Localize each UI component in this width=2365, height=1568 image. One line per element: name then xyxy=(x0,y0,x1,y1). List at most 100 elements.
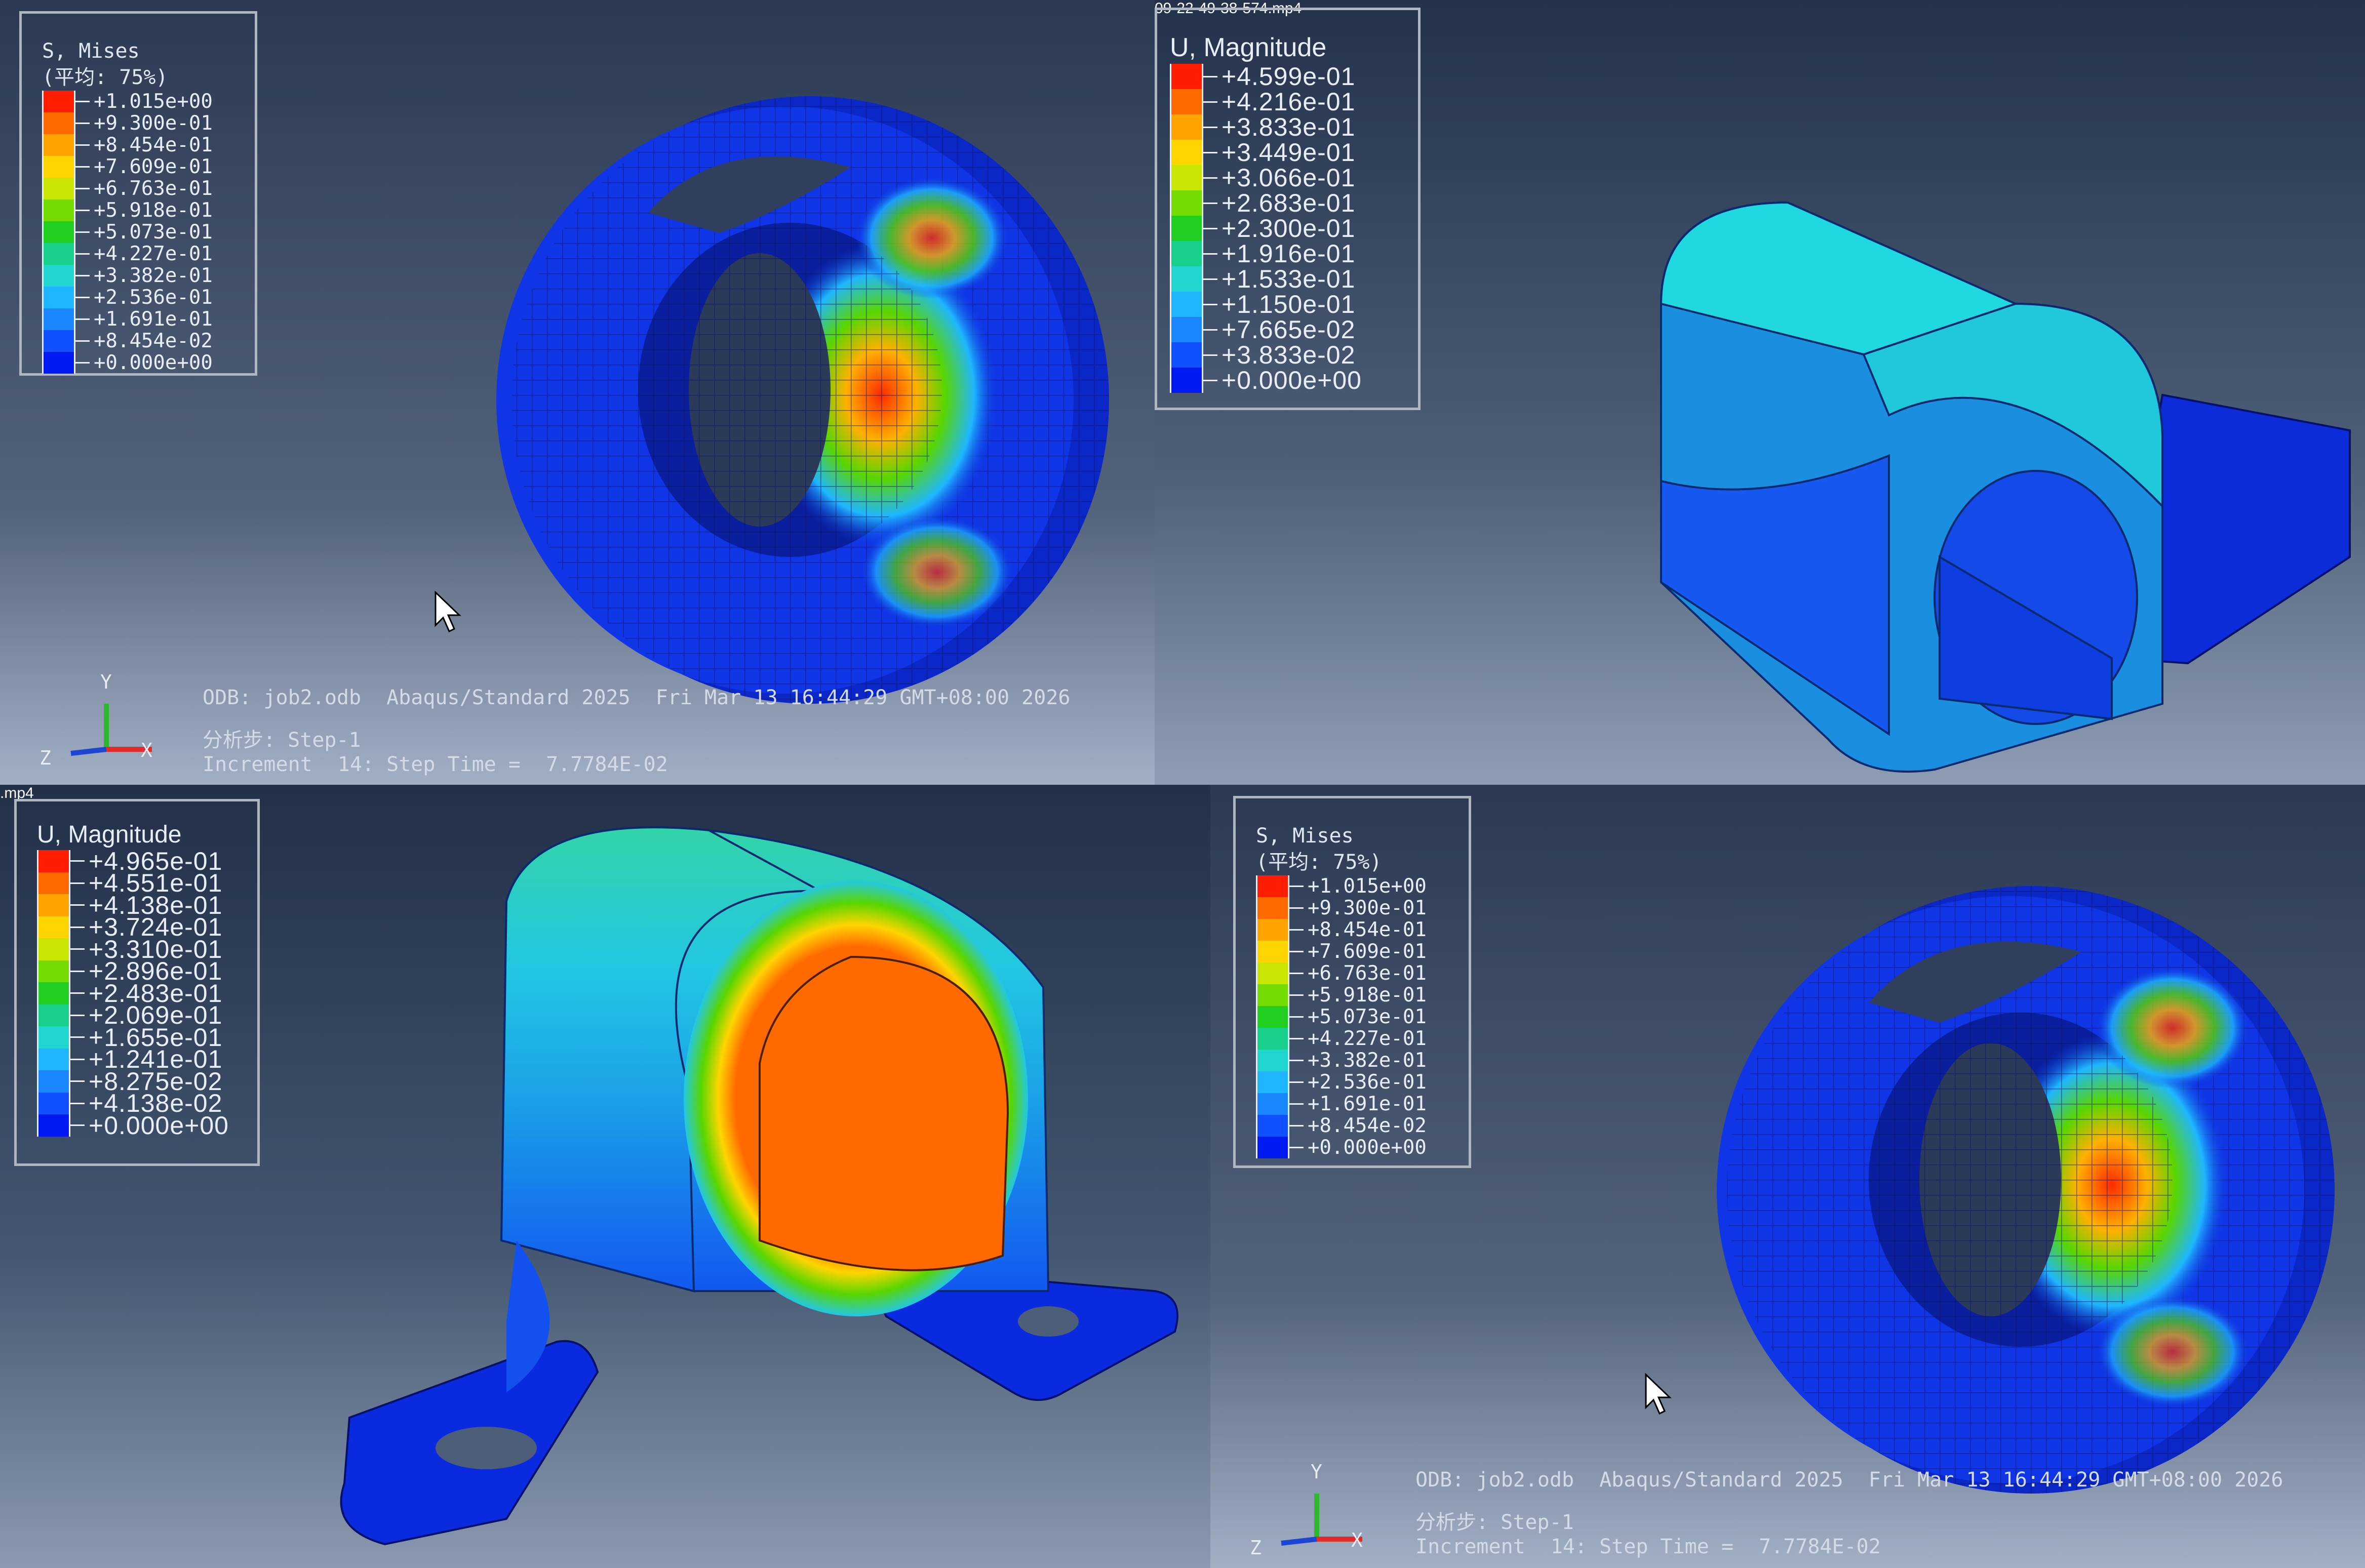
legend-tick xyxy=(70,948,85,950)
legend-color-swatch xyxy=(1256,1006,1289,1028)
legend-title: U, Magnitude xyxy=(37,821,182,848)
legend-value: +0.000e+00 xyxy=(94,351,213,374)
legend-row: +8.454e-01 xyxy=(1256,918,1469,941)
legend-color-swatch xyxy=(42,178,75,199)
legend-color-swatch xyxy=(1256,984,1289,1006)
legend-color-swatch xyxy=(37,1026,70,1049)
legend-color-swatch xyxy=(37,894,70,916)
legend-row: +6.763e-01 xyxy=(42,177,255,200)
legend-row: +8.454e-02 xyxy=(42,330,255,352)
legend-tick xyxy=(1203,354,1217,356)
legend-tick xyxy=(1203,303,1217,305)
axis-triad-icon: Y X Z xyxy=(1250,1461,1363,1559)
legend-value: +3.382e-01 xyxy=(94,264,213,287)
legend-title: S, Mises xyxy=(1256,824,1354,848)
legend-color-swatch xyxy=(37,850,70,872)
legend-tick xyxy=(1289,1060,1304,1061)
legend-row: +1.150e-01 xyxy=(1170,290,1418,318)
legend-color-swatch xyxy=(1170,368,1203,393)
legend-color-swatch xyxy=(1256,962,1289,984)
legend-color-swatch xyxy=(1256,1028,1289,1050)
legend-color-swatch xyxy=(42,199,75,221)
legend-color-swatch xyxy=(42,112,75,134)
legend-tick xyxy=(70,1014,85,1016)
legend-color-swatch xyxy=(1170,292,1203,317)
legend-color-swatch xyxy=(42,287,75,308)
axis-x-label: X xyxy=(141,739,152,761)
odb-name: ODB: job2.odb xyxy=(203,686,362,709)
legend-s-mises-top-left: S, Mises (平均: 75%) +1.015e+00 +9.300e-01 +… xyxy=(19,11,257,376)
legend-value: +5.918e-01 xyxy=(1308,984,1427,1007)
legend-tick xyxy=(75,318,90,320)
axis-z-label: Z xyxy=(40,747,51,769)
legend-tick xyxy=(1203,101,1217,103)
legend-tick xyxy=(1203,253,1217,255)
legend-color-swatch xyxy=(1170,114,1203,140)
legend-color-swatch xyxy=(1256,941,1289,962)
legend-value: +4.227e-01 xyxy=(1308,1027,1427,1050)
legend-value: +1.691e-01 xyxy=(1308,1093,1427,1115)
legend-value: +1.691e-01 xyxy=(94,308,213,331)
legend-tick xyxy=(1289,1038,1304,1039)
legend-color-swatch xyxy=(1170,89,1203,114)
viewport-bottom-right[interactable]: S, Mises (平均: 75%) +1.015e+00 +9.300e-01 +… xyxy=(1210,785,2365,1568)
legend-color-swatch xyxy=(1170,190,1203,216)
legend-tick xyxy=(1289,951,1304,952)
viewport-bottom-left[interactable]: .mp4 U, Magnitude +4.965e-01 +4.551e-01 +4… xyxy=(0,785,1210,1568)
step-time-label: 14: Step Time = xyxy=(337,753,521,776)
legend-row: +1.916e-01 xyxy=(1170,239,1418,268)
legend-tick xyxy=(1289,1103,1304,1105)
legend-color-swatch xyxy=(42,352,75,374)
legend-tick xyxy=(70,882,85,884)
legend-color-swatch xyxy=(1256,897,1289,919)
legend-value: +5.073e-01 xyxy=(1308,1006,1427,1028)
legend-scale: +1.015e+00 +9.300e-01 +8.454e-01 +7.609e-01… xyxy=(1256,875,1469,1159)
viewport-top-left[interactable]: S, Mises (平均: 75%) +1.015e+00 +9.300e-01 +… xyxy=(0,0,1155,785)
legend-color-swatch xyxy=(1256,919,1289,941)
axis-y-label: Y xyxy=(100,671,112,693)
legend-row: +4.227e-01 xyxy=(1256,1027,1469,1050)
legend-tick xyxy=(1203,329,1217,331)
legend-tick xyxy=(1203,75,1217,77)
legend-tick xyxy=(75,231,90,233)
timestamp: Fri Mar 13 16:44:29 GMT+08:00 2026 xyxy=(655,686,1071,709)
viewport-top-right[interactable]: 09-22-49-38-574.mp4 U, Magnitude +4.599e… xyxy=(1155,0,2365,785)
legend-tick xyxy=(1203,278,1217,280)
bushing-stress-model xyxy=(496,96,1109,704)
legend-row: +8.454e-02 xyxy=(1256,1114,1469,1137)
legend-value: +7.609e-01 xyxy=(94,155,213,178)
legend-color-swatch xyxy=(1170,140,1203,165)
odb-info-bar: ODB: job2.odb Abaqus/Standard 2025 Fri Mar… xyxy=(1415,1468,2309,1558)
step-label: 分析步: Step-1 xyxy=(1415,1511,1574,1534)
legend-value: +0.000e+00 xyxy=(1308,1136,1427,1159)
legend-tick xyxy=(70,1058,85,1060)
legend-row: +1.015e+00 xyxy=(42,90,255,113)
legend-color-swatch xyxy=(37,872,70,894)
legend-row: +1.691e-01 xyxy=(1256,1093,1469,1115)
legend-value: +9.300e-01 xyxy=(1308,897,1427,919)
legend-value: +5.073e-01 xyxy=(94,221,213,244)
legend-row: +3.382e-01 xyxy=(1256,1049,1469,1072)
step-time-label: 14: Step Time = xyxy=(1550,1535,1733,1558)
legend-tick xyxy=(1289,1081,1304,1083)
legend-color-swatch xyxy=(37,1004,70,1026)
legend-tick xyxy=(75,297,90,298)
legend-row: +5.918e-01 xyxy=(1256,984,1469,1007)
legend-row: +2.300e-01 xyxy=(1170,214,1418,243)
legend-color-swatch xyxy=(37,1048,70,1070)
legend-tick xyxy=(1289,973,1304,974)
legend-tick xyxy=(70,992,85,994)
legend-color-swatch xyxy=(1256,1093,1289,1115)
legend-tick xyxy=(1289,994,1304,996)
legend-u-magnitude-bottom-left: U, Magnitude +4.965e-01 +4.551e-01 +4.138e… xyxy=(14,799,260,1166)
legend-tick xyxy=(1289,1125,1304,1127)
legend-color-swatch xyxy=(37,916,70,938)
legend-color-swatch xyxy=(1170,317,1203,342)
axis-triad-icon: Y X Z xyxy=(40,671,152,769)
mouse-pointer-icon xyxy=(435,590,461,633)
legend-color-swatch xyxy=(37,982,70,1004)
legend-tick xyxy=(1203,227,1217,229)
legend-row: +5.073e-01 xyxy=(1256,1006,1469,1028)
legend-row: +3.066e-01 xyxy=(1170,164,1418,192)
legend-tick xyxy=(70,1124,85,1127)
